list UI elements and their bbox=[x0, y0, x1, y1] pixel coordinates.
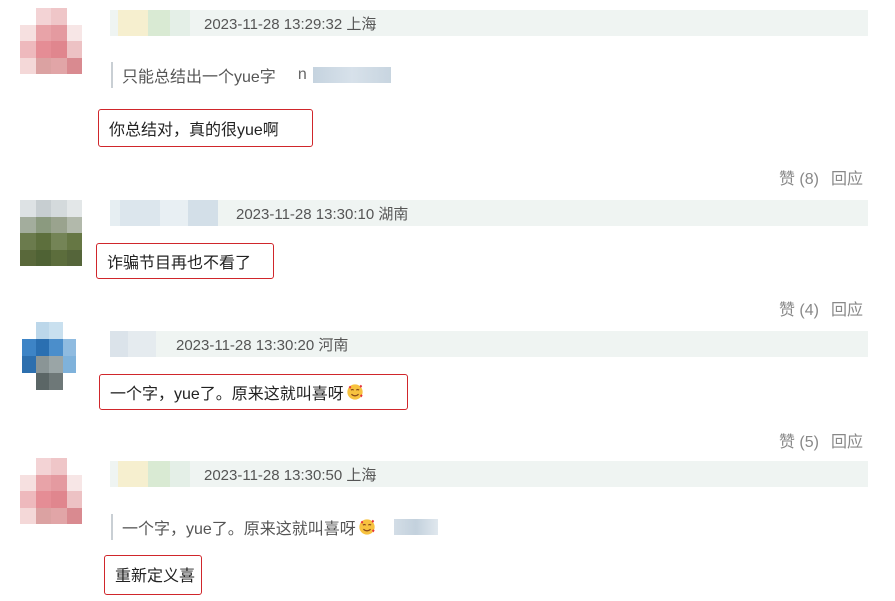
reply-text: 重新定义喜 bbox=[115, 568, 196, 585]
quoted-comment: 一个字，yue了。原来这就叫喜呀 bbox=[111, 514, 438, 540]
avatar[interactable] bbox=[20, 8, 82, 74]
comment-item: 2023-11-28 13:30:50 上海 一个字，yue了。原来这就叫喜呀 … bbox=[0, 452, 895, 601]
comment-timestamp: 2023-11-28 13:30:50 上海 bbox=[204, 466, 377, 484]
username-blurred[interactable] bbox=[110, 200, 218, 226]
avatar[interactable] bbox=[20, 200, 82, 266]
smiling-face-with-hearts-icon bbox=[347, 384, 363, 400]
username-blurred[interactable] bbox=[110, 10, 190, 36]
quoted-comment: 只能总结出一个yue字 n bbox=[111, 62, 391, 88]
comment-item: 2023-11-28 13:30:20 河南 一个字，yue了。原来这就叫喜呀 … bbox=[0, 320, 895, 452]
quote-text: 只能总结出一个yue字 bbox=[122, 69, 276, 86]
quote-author-blurred bbox=[312, 67, 391, 83]
highlighted-reply: 你总结对，真的很yue啊 bbox=[98, 109, 313, 147]
comment-actions: 赞 (4) 回应 bbox=[779, 296, 863, 320]
username-blurred[interactable] bbox=[110, 331, 156, 357]
comment-meta: 2023-11-28 13:30:10 湖南 bbox=[110, 200, 868, 226]
comment-meta: 2023-11-28 13:30:20 河南 bbox=[110, 331, 868, 357]
reply-text: 一个字，yue了。原来这就叫喜呀 bbox=[110, 386, 344, 403]
reply-text: 你总结对，真的很yue啊 bbox=[109, 122, 279, 139]
comment-meta: 2023-11-28 13:30:50 上海 bbox=[110, 461, 868, 487]
quote-author-blurred[interactable] bbox=[393, 519, 438, 535]
like-button[interactable]: 赞 (5) bbox=[779, 428, 819, 452]
comment-timestamp: 2023-11-28 13:29:32 上海 bbox=[204, 15, 377, 33]
comment-actions: 赞 (5) 回应 bbox=[779, 428, 863, 452]
comment-actions: 赞 (8) 回应 bbox=[779, 165, 863, 189]
quote-author[interactable]: n bbox=[298, 66, 307, 84]
reply-button[interactable]: 回应 bbox=[831, 428, 863, 452]
comment-item: 2023-11-28 13:29:32 上海 只能总结出一个yue字 n 你总结… bbox=[0, 0, 895, 190]
highlighted-reply: 重新定义喜 bbox=[104, 555, 202, 595]
reply-text: 诈骗节目再也不看了 bbox=[107, 255, 252, 272]
comment-timestamp: 2023-11-28 13:30:10 湖南 bbox=[236, 205, 409, 223]
comment-meta: 2023-11-28 13:29:32 上海 bbox=[110, 10, 868, 36]
quote-text: 一个字，yue了。原来这就叫喜呀 bbox=[122, 521, 356, 538]
highlighted-reply: 一个字，yue了。原来这就叫喜呀 bbox=[99, 374, 408, 410]
comment-timestamp: 2023-11-28 13:30:20 河南 bbox=[176, 336, 349, 354]
highlighted-reply: 诈骗节目再也不看了 bbox=[96, 243, 274, 279]
avatar[interactable] bbox=[22, 322, 76, 390]
avatar[interactable] bbox=[20, 458, 82, 524]
like-button[interactable]: 赞 (8) bbox=[779, 165, 819, 189]
smiling-face-with-hearts-icon bbox=[359, 519, 375, 535]
like-button[interactable]: 赞 (4) bbox=[779, 296, 819, 320]
reply-button[interactable]: 回应 bbox=[831, 296, 863, 320]
username-blurred[interactable] bbox=[110, 461, 190, 487]
reply-button[interactable]: 回应 bbox=[831, 165, 863, 189]
comment-item: 2023-11-28 13:30:10 湖南 诈骗节目再也不看了 赞 (4) 回… bbox=[0, 190, 895, 320]
